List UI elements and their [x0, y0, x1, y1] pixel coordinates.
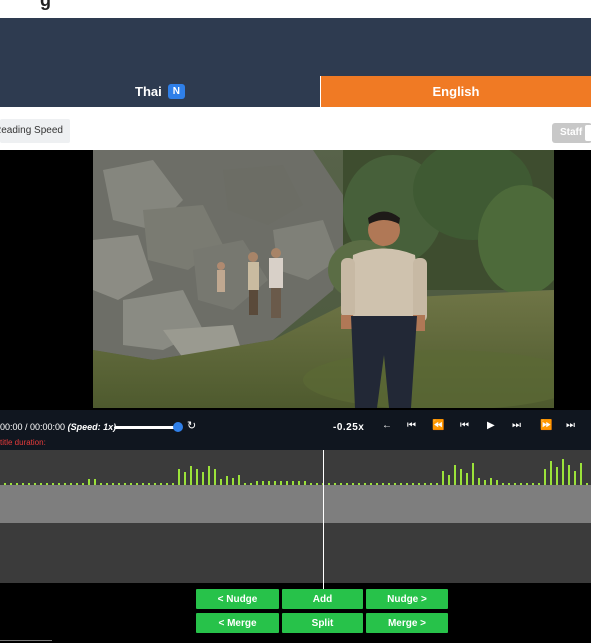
split-button[interactable]: Split — [282, 613, 363, 633]
new-badge: N — [167, 84, 185, 99]
waveform-bar — [184, 472, 186, 485]
staff-toggle-label: Staff — [560, 127, 583, 138]
reset-icon[interactable]: ↻ — [187, 419, 196, 432]
waveform-bar — [472, 463, 474, 485]
header-bar — [0, 18, 591, 76]
waveform-bar — [202, 472, 204, 485]
timeline-track[interactable] — [0, 523, 591, 583]
time-readout: 00:00 / 00:00:00 (Speed: 1x) — [0, 422, 117, 432]
waveform-bar — [574, 471, 576, 485]
waveform-bar — [550, 461, 552, 485]
waveform-bar — [208, 466, 210, 485]
video-player[interactable] — [0, 150, 591, 410]
waveform-bar — [562, 459, 564, 485]
video-frame — [93, 150, 554, 408]
waveform-bar — [232, 478, 234, 485]
reading-speed-button[interactable]: Reading Speed — [0, 119, 70, 143]
waveform-bar — [460, 469, 462, 485]
back-arrow-icon[interactable]: ← — [382, 419, 392, 433]
waveform-bar — [478, 478, 480, 485]
waveform-bar — [214, 469, 216, 485]
waveform-bar — [442, 471, 444, 485]
video-scene-image — [93, 150, 554, 408]
waveform-bar — [544, 469, 546, 485]
nudge-right-button[interactable]: Nudge > — [366, 589, 448, 609]
tab-english[interactable]: English — [321, 76, 591, 107]
waveform-bar — [226, 476, 228, 485]
tab-english-label: English — [432, 84, 480, 99]
waveform-bar — [178, 469, 180, 485]
page-title-fragment: g — [40, 0, 51, 10]
audio-waveform[interactable] — [0, 450, 591, 485]
language-tabs: Thai N English — [0, 76, 591, 107]
skip-next-icon[interactable]: ⏭ — [512, 419, 521, 433]
volume-slider-handle[interactable] — [173, 422, 183, 432]
player-controls: 00:00 / 00:00:00 (Speed: 1x) title durat… — [0, 410, 591, 450]
play-icon[interactable]: ▶ — [487, 419, 495, 433]
skip-end-icon[interactable]: ⏭ — [566, 419, 575, 433]
waveform-bar — [448, 475, 450, 485]
nudge-left-button[interactable]: < Nudge — [196, 589, 279, 609]
waveform-bars — [4, 459, 588, 485]
skip-previous-icon[interactable]: ⏮ — [460, 419, 469, 433]
top-strip: g — [0, 0, 591, 18]
merge-left-button[interactable]: < Merge — [196, 613, 279, 633]
merge-right-button[interactable]: Merge > — [366, 613, 448, 633]
waveform-bar — [556, 467, 558, 485]
waveform-bar — [466, 473, 468, 485]
waveform-bar — [454, 465, 456, 485]
toolbar-row: Reading Speed — [0, 107, 591, 150]
waveform-bar — [568, 465, 570, 485]
divider — [0, 640, 52, 641]
add-button[interactable]: Add — [282, 589, 363, 609]
rewind-fast-icon[interactable]: ⏪ — [432, 419, 444, 433]
waveform-bar — [490, 478, 492, 485]
staff-toggle[interactable]: Staff — [552, 123, 591, 143]
volume-slider[interactable] — [114, 426, 182, 429]
playhead[interactable] — [323, 450, 324, 592]
tab-thai[interactable]: Thai N — [0, 76, 321, 107]
subtitle-duration-label: title duration: — [0, 438, 46, 447]
waveform-bar — [580, 463, 582, 485]
skip-start-icon[interactable]: ⏮ — [407, 419, 416, 433]
waveform-bar — [196, 469, 198, 485]
forward-fast-icon[interactable]: ⏩ — [540, 419, 552, 433]
subtitle-track[interactable] — [0, 485, 591, 523]
waveform-bar — [238, 475, 240, 485]
staff-toggle-knob — [585, 125, 591, 141]
offset-readout: -0.25x — [333, 422, 365, 433]
waveform-bar — [190, 466, 192, 485]
tab-thai-label: Thai — [135, 84, 162, 99]
